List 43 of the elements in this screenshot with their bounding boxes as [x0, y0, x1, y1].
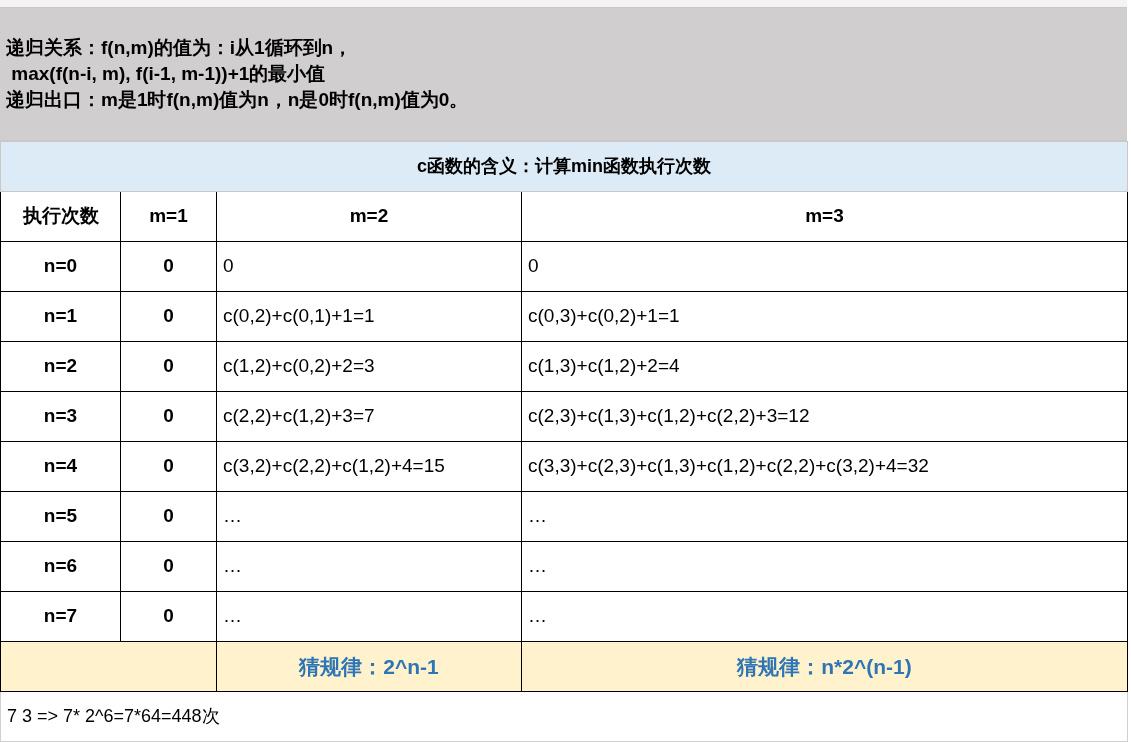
note-line: 递归出口：m是1时f(n,m)值为n，n是0时f(n,m)值为0。 — [6, 88, 470, 112]
table-cell: 0 — [120, 341, 217, 392]
table-cell: c(0,2)+c(0,1)+1=1 — [216, 291, 522, 342]
table-cell: … — [521, 541, 1128, 592]
table-cell: c(0,3)+c(0,2)+1=1 — [521, 291, 1128, 342]
column-header: m=2 — [216, 191, 522, 242]
table-cell: c(3,3)+c(2,3)+c(1,3)+c(1,2)+c(2,2)+c(3,2)+4=32 — [521, 441, 1128, 492]
table-cell: 0 — [120, 441, 217, 492]
table-cell: … — [216, 591, 522, 642]
table-cell: … — [521, 591, 1128, 642]
table-cell: … — [521, 491, 1128, 542]
table-cell: … — [216, 541, 522, 592]
table-cell: 0 — [216, 241, 522, 292]
row-header: n=6 — [0, 541, 121, 592]
column-header: m=1 — [120, 191, 217, 242]
table-cell: c(1,3)+c(1,2)+2=4 — [521, 341, 1128, 392]
table-cell: 0 — [120, 491, 217, 542]
pattern-cell: 猜规律：n*2^(n-1) — [521, 641, 1128, 692]
table-cell: c(2,2)+c(1,2)+3=7 — [216, 391, 522, 442]
table-cell: 0 — [120, 291, 217, 342]
row-header: n=0 — [0, 241, 121, 292]
pattern-cell: 猜规律：2^n-1 — [216, 641, 522, 692]
table-cell: 0 — [120, 591, 217, 642]
table-cell: c(3,2)+c(2,2)+c(1,2)+4=15 — [216, 441, 522, 492]
footnote-cell: 7 3 => 7* 2^6=7*64=448次 — [0, 691, 1128, 742]
table-cell: 0 — [120, 391, 217, 442]
note-line: 递归关系：f(n,m)的值为：i从1循环到n， — [6, 36, 354, 60]
table-cell: c(2,3)+c(1,3)+c(1,2)+c(2,2)+3=12 — [521, 391, 1128, 442]
table-cell: 0 — [120, 541, 217, 592]
table-title: c函数的含义：计算min函数执行次数 — [0, 141, 1128, 192]
table-cell: … — [216, 491, 522, 542]
row-header: n=5 — [0, 491, 121, 542]
table-cell: 0 — [521, 241, 1128, 292]
row-header: n=3 — [0, 391, 121, 442]
table-cell: 0 — [120, 241, 217, 292]
row-header: n=1 — [0, 291, 121, 342]
column-header: m=3 — [521, 191, 1128, 242]
column-header: 执行次数 — [0, 191, 121, 242]
table-cell: c(1,2)+c(0,2)+2=3 — [216, 341, 522, 392]
row-header: n=4 — [0, 441, 121, 492]
row-header: n=7 — [0, 591, 121, 642]
row-header: n=2 — [0, 341, 121, 392]
note-line: max(f(n-i, m), f(i-1, m-1))+1的最小值 — [10, 62, 327, 86]
